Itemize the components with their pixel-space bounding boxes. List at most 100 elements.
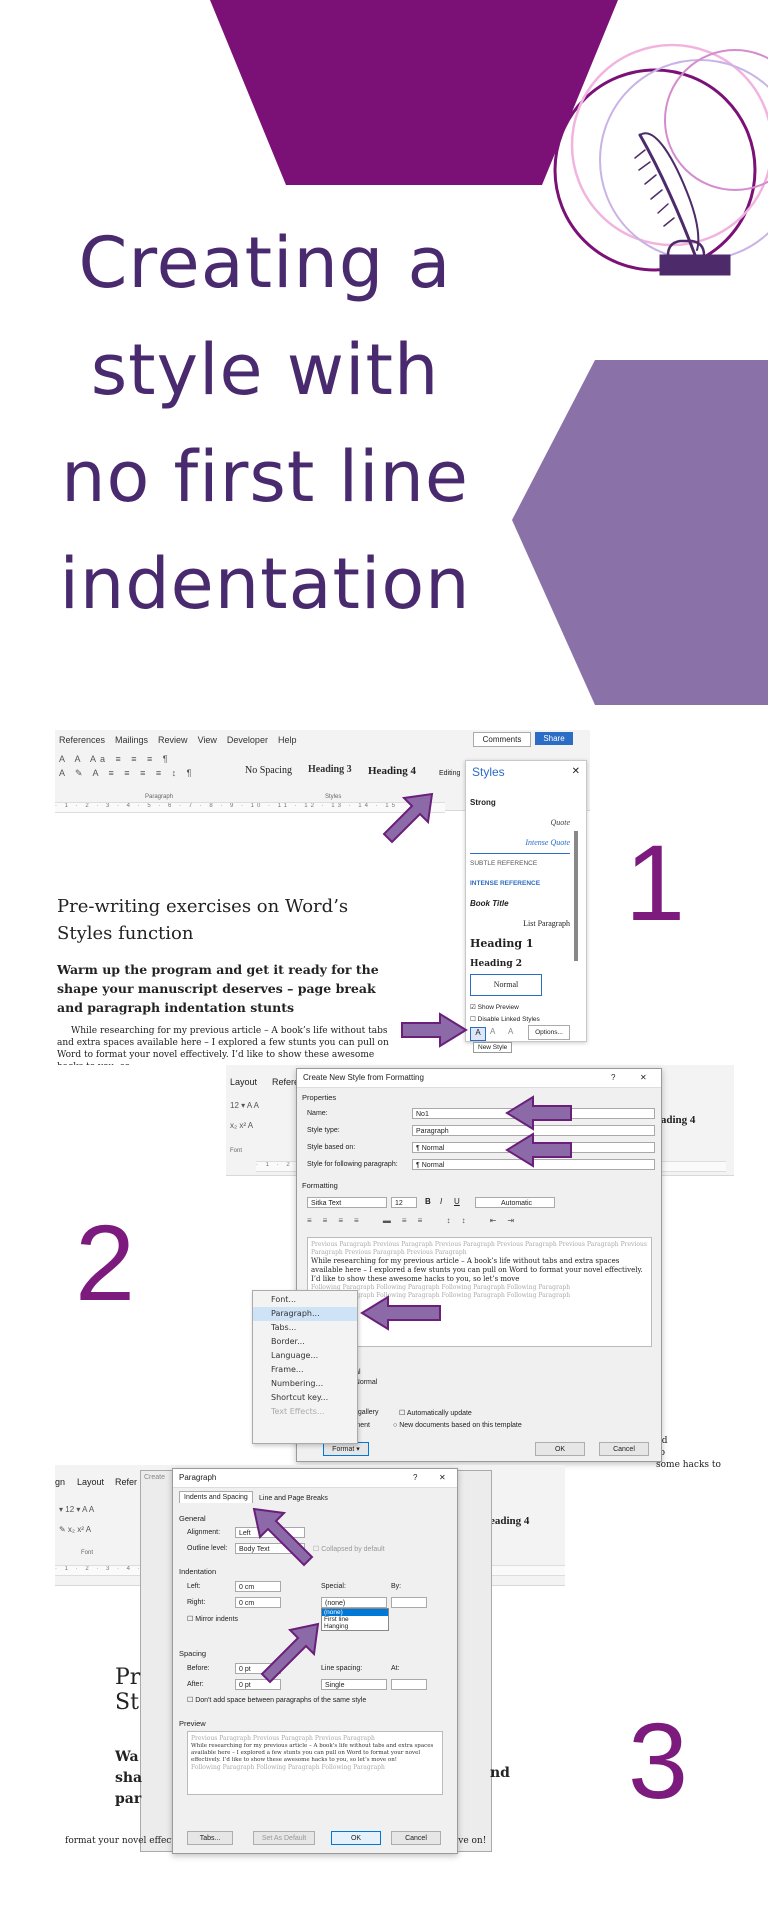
mirror-indents-checkbox[interactable]: ☐ Mirror indents [187,1615,238,1623]
help-icon[interactable]: ? [611,1073,615,1082]
close-icon[interactable]: ✕ [572,766,580,777]
step1-screenshot: References Mailings Review View Develope… [55,730,590,1065]
left-indent-field[interactable]: 0 cm [235,1581,281,1592]
style-item-intense-reference[interactable]: Intense Reference [470,874,570,894]
menu-references[interactable]: References [59,735,105,745]
tab-references[interactable]: Refer [115,1477,137,1487]
tab-design[interactable]: gn [55,1477,65,1487]
right-lavender-hexagon [512,360,768,705]
menu-item-shortcut-key[interactable]: Shortcut key... [253,1391,357,1405]
following-label: Style for following paragraph: [307,1161,398,1168]
group-styles-label: Styles [325,794,342,800]
color-select[interactable]: Automatic [475,1197,555,1208]
style-item-book-title[interactable]: Book Title [470,894,570,914]
help-icon[interactable]: ? [413,1473,417,1482]
show-preview-checkbox[interactable]: ☑ Show Preview [470,1003,519,1011]
style-item-subtle-reference[interactable]: Subtle Reference [470,854,570,874]
collapsed-checkbox[interactable]: ☐ Collapsed by default [313,1545,385,1553]
auto-update-checkbox[interactable]: ☐ Automatically update [399,1409,472,1417]
tab-indents-spacing[interactable]: Indents and Spacing [179,1491,253,1503]
style-heading-4[interactable]: Heading 4 [368,765,416,777]
style-item-list-paragraph[interactable]: List Paragraph [470,914,570,934]
manage-styles-icon[interactable]: A [508,1027,513,1036]
style-heading-3[interactable]: Heading 3 [308,764,352,775]
menu-mailings[interactable]: Mailings [115,735,148,745]
style-item-heading-1[interactable]: Heading 1 [470,934,570,954]
new-style-icon[interactable]: A [470,1027,486,1041]
editing-button[interactable]: Editing [439,770,460,777]
tab-layout[interactable]: Layout [77,1477,104,1487]
name-label: Name: [307,1110,328,1117]
font-size-box[interactable]: ▾ 12 ▾ A A [59,1505,94,1514]
menu-item-numbering[interactable]: Numbering... [253,1377,357,1391]
tab-line-page-breaks[interactable]: Line and Page Breaks [255,1493,332,1504]
style-item-strong[interactable]: Strong [470,793,570,813]
size-select[interactable]: 12 [391,1197,417,1208]
share-button[interactable]: Share [535,732,573,745]
menu-item-text-effects[interactable]: Text Effects... [253,1405,357,1419]
font-select[interactable]: Sitka Text [307,1197,387,1208]
style-item-intense-quote[interactable]: Intense Quote [470,833,570,854]
by-field[interactable] [391,1597,427,1608]
menu-help[interactable]: Help [278,735,297,745]
menu-item-language[interactable]: Language... [253,1349,357,1363]
menu-item-paragraph[interactable]: Paragraph... [253,1307,357,1321]
underline-button[interactable]: U [454,1197,460,1206]
close-icon[interactable]: ✕ [439,1473,446,1482]
menu-bar: References Mailings Review View Develope… [59,735,296,745]
ok-button[interactable]: OK [535,1442,585,1456]
doc-fragment-3: nd [490,1765,510,1781]
menu-item-font[interactable]: Font... [253,1293,357,1307]
special-dropdown: (none) First line Hanging [321,1608,389,1631]
italic-button[interactable]: I [440,1197,442,1206]
ok-button[interactable]: OK [331,1831,381,1845]
style-heading-4[interactable]: eading 4 [490,1515,529,1527]
style-inspector-icon[interactable]: A [490,1027,495,1036]
tabs-button[interactable]: Tabs... [187,1831,233,1845]
menu-developer[interactable]: Developer [227,735,268,745]
title-line-1: Creating a [78,222,452,304]
set-default-button[interactable]: Set As Default [253,1831,315,1845]
new-docs-radio[interactable]: ○ New documents based on this template [393,1422,522,1429]
format-button[interactable]: Format ▾ [323,1442,369,1456]
special-option-first-line[interactable]: First line [322,1616,388,1623]
style-item-normal[interactable]: Normal [470,974,542,996]
after-label: After: [187,1681,204,1688]
arrow-to-styles-launcher [382,792,434,844]
menu-view[interactable]: View [198,735,217,745]
tab-references[interactable]: Refere [272,1077,299,1087]
special-option-hanging[interactable]: Hanging [322,1623,388,1630]
right-indent-field[interactable]: 0 cm [235,1597,281,1608]
font-size-box[interactable]: 12 ▾ A A [230,1101,259,1110]
tab-layout[interactable]: Layout [230,1077,257,1087]
bold-button[interactable]: B [425,1197,431,1206]
line-spacing-select[interactable]: Single [321,1679,387,1690]
special-select[interactable]: (none) [321,1597,387,1608]
menu-item-tabs[interactable]: Tabs... [253,1321,357,1335]
dont-add-space-checkbox[interactable]: ☐ Don't add space between paragraphs of … [187,1696,366,1704]
styles-scrollbar[interactable] [574,831,578,961]
general-section: General [179,1514,206,1523]
style-preview: Previous Paragraph Previous Paragraph Pr… [307,1237,652,1347]
arrow-to-style-type [505,1132,572,1168]
doc-fragment-2: Wa sha par [115,1749,143,1807]
style-item-quote[interactable]: Quote [470,813,570,833]
close-icon[interactable]: ✕ [640,1073,647,1082]
menu-item-border[interactable]: Border... [253,1335,357,1349]
at-field[interactable] [391,1679,427,1690]
cancel-button[interactable]: Cancel [599,1442,649,1456]
subscript-superscript[interactable]: ✎ x₂ x² A [59,1525,91,1534]
cancel-button[interactable]: Cancel [391,1831,441,1845]
options-button[interactable]: Options... [528,1025,570,1040]
menu-review[interactable]: Review [158,735,188,745]
style-no-spacing[interactable]: No Spacing [245,765,292,776]
style-item-heading-2[interactable]: Heading 2 [470,954,570,974]
comments-button[interactable]: Comments [473,732,531,747]
alignment-toolbar[interactable]: ≡≡≡≡ ▬≡≡ ↕↕ ⇤⇥ [307,1216,652,1228]
menu-item-frame[interactable]: Frame... [253,1363,357,1377]
disable-linked-checkbox[interactable]: ☐ Disable Linked Styles [470,1015,540,1023]
paragraph-tools[interactable]: A A Aa ≡ ≡ ≡ ¶ A ✎ A ≡ ≡ ≡ ≡ ↕ ¶ [59,752,229,792]
title-line-2: style with [90,329,440,411]
special-option-none[interactable]: (none) [322,1609,388,1616]
subscript-superscript[interactable]: x₂ x² A [230,1121,253,1130]
